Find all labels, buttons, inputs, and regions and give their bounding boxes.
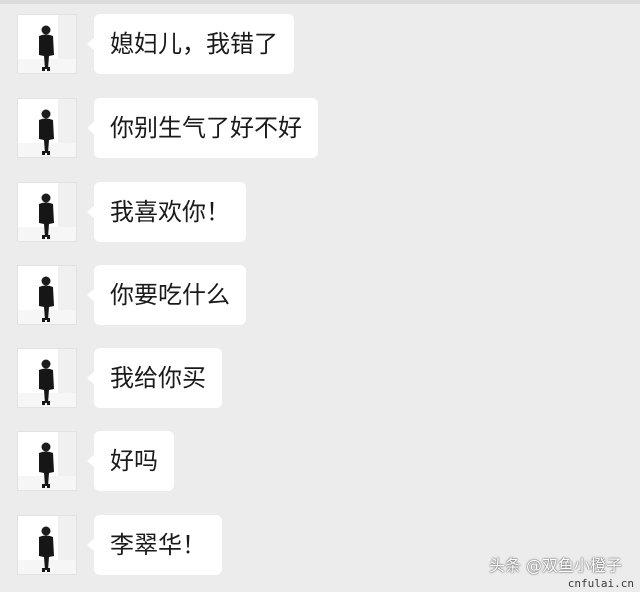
message-row: 你要吃什么: [17, 265, 246, 325]
message-text: 媳妇儿，我错了: [94, 14, 294, 74]
person-avatar-icon[interactable]: [17, 14, 77, 74]
message-bubble[interactable]: 你别生气了好不好: [87, 98, 318, 158]
chat-message-list[interactable]: 媳妇儿，我错了 你别生气了好不好 我喜欢你！ 你要吃什么 我给你买 好吗 李翠华…: [0, 0, 640, 592]
message-row: 你别生气了好不好: [17, 98, 318, 158]
message-bubble[interactable]: 我喜欢你！: [87, 182, 246, 242]
site-watermark: cnfulai.cn: [567, 577, 634, 590]
person-avatar-icon[interactable]: [17, 265, 77, 325]
message-text: 你别生气了好不好: [94, 98, 318, 158]
message-text: 我喜欢你！: [94, 182, 246, 242]
message-bubble[interactable]: 我给你买: [87, 348, 222, 408]
message-bubble[interactable]: 好吗: [87, 431, 174, 491]
message-text: 李翠华！: [94, 515, 222, 575]
message-row: 我喜欢你！: [17, 182, 246, 242]
message-row: 媳妇儿，我错了: [17, 14, 294, 74]
message-text: 你要吃什么: [94, 265, 246, 325]
message-text: 我给你买: [94, 348, 222, 408]
message-row: 李翠华！: [17, 515, 222, 575]
message-bubble[interactable]: 你要吃什么: [87, 265, 246, 325]
person-avatar-icon[interactable]: [17, 431, 77, 491]
person-avatar-icon[interactable]: [17, 182, 77, 242]
message-bubble[interactable]: 媳妇儿，我错了: [87, 14, 294, 74]
person-avatar-icon[interactable]: [17, 98, 77, 158]
message-row: 我给你买: [17, 348, 222, 408]
message-text: 好吗: [94, 431, 174, 491]
message-bubble[interactable]: 李翠华！: [87, 515, 222, 575]
person-avatar-icon[interactable]: [17, 515, 77, 575]
source-watermark: 头条 @双鱼小橙子: [488, 556, 622, 575]
person-avatar-icon[interactable]: [17, 348, 77, 408]
message-row: 好吗: [17, 431, 174, 491]
